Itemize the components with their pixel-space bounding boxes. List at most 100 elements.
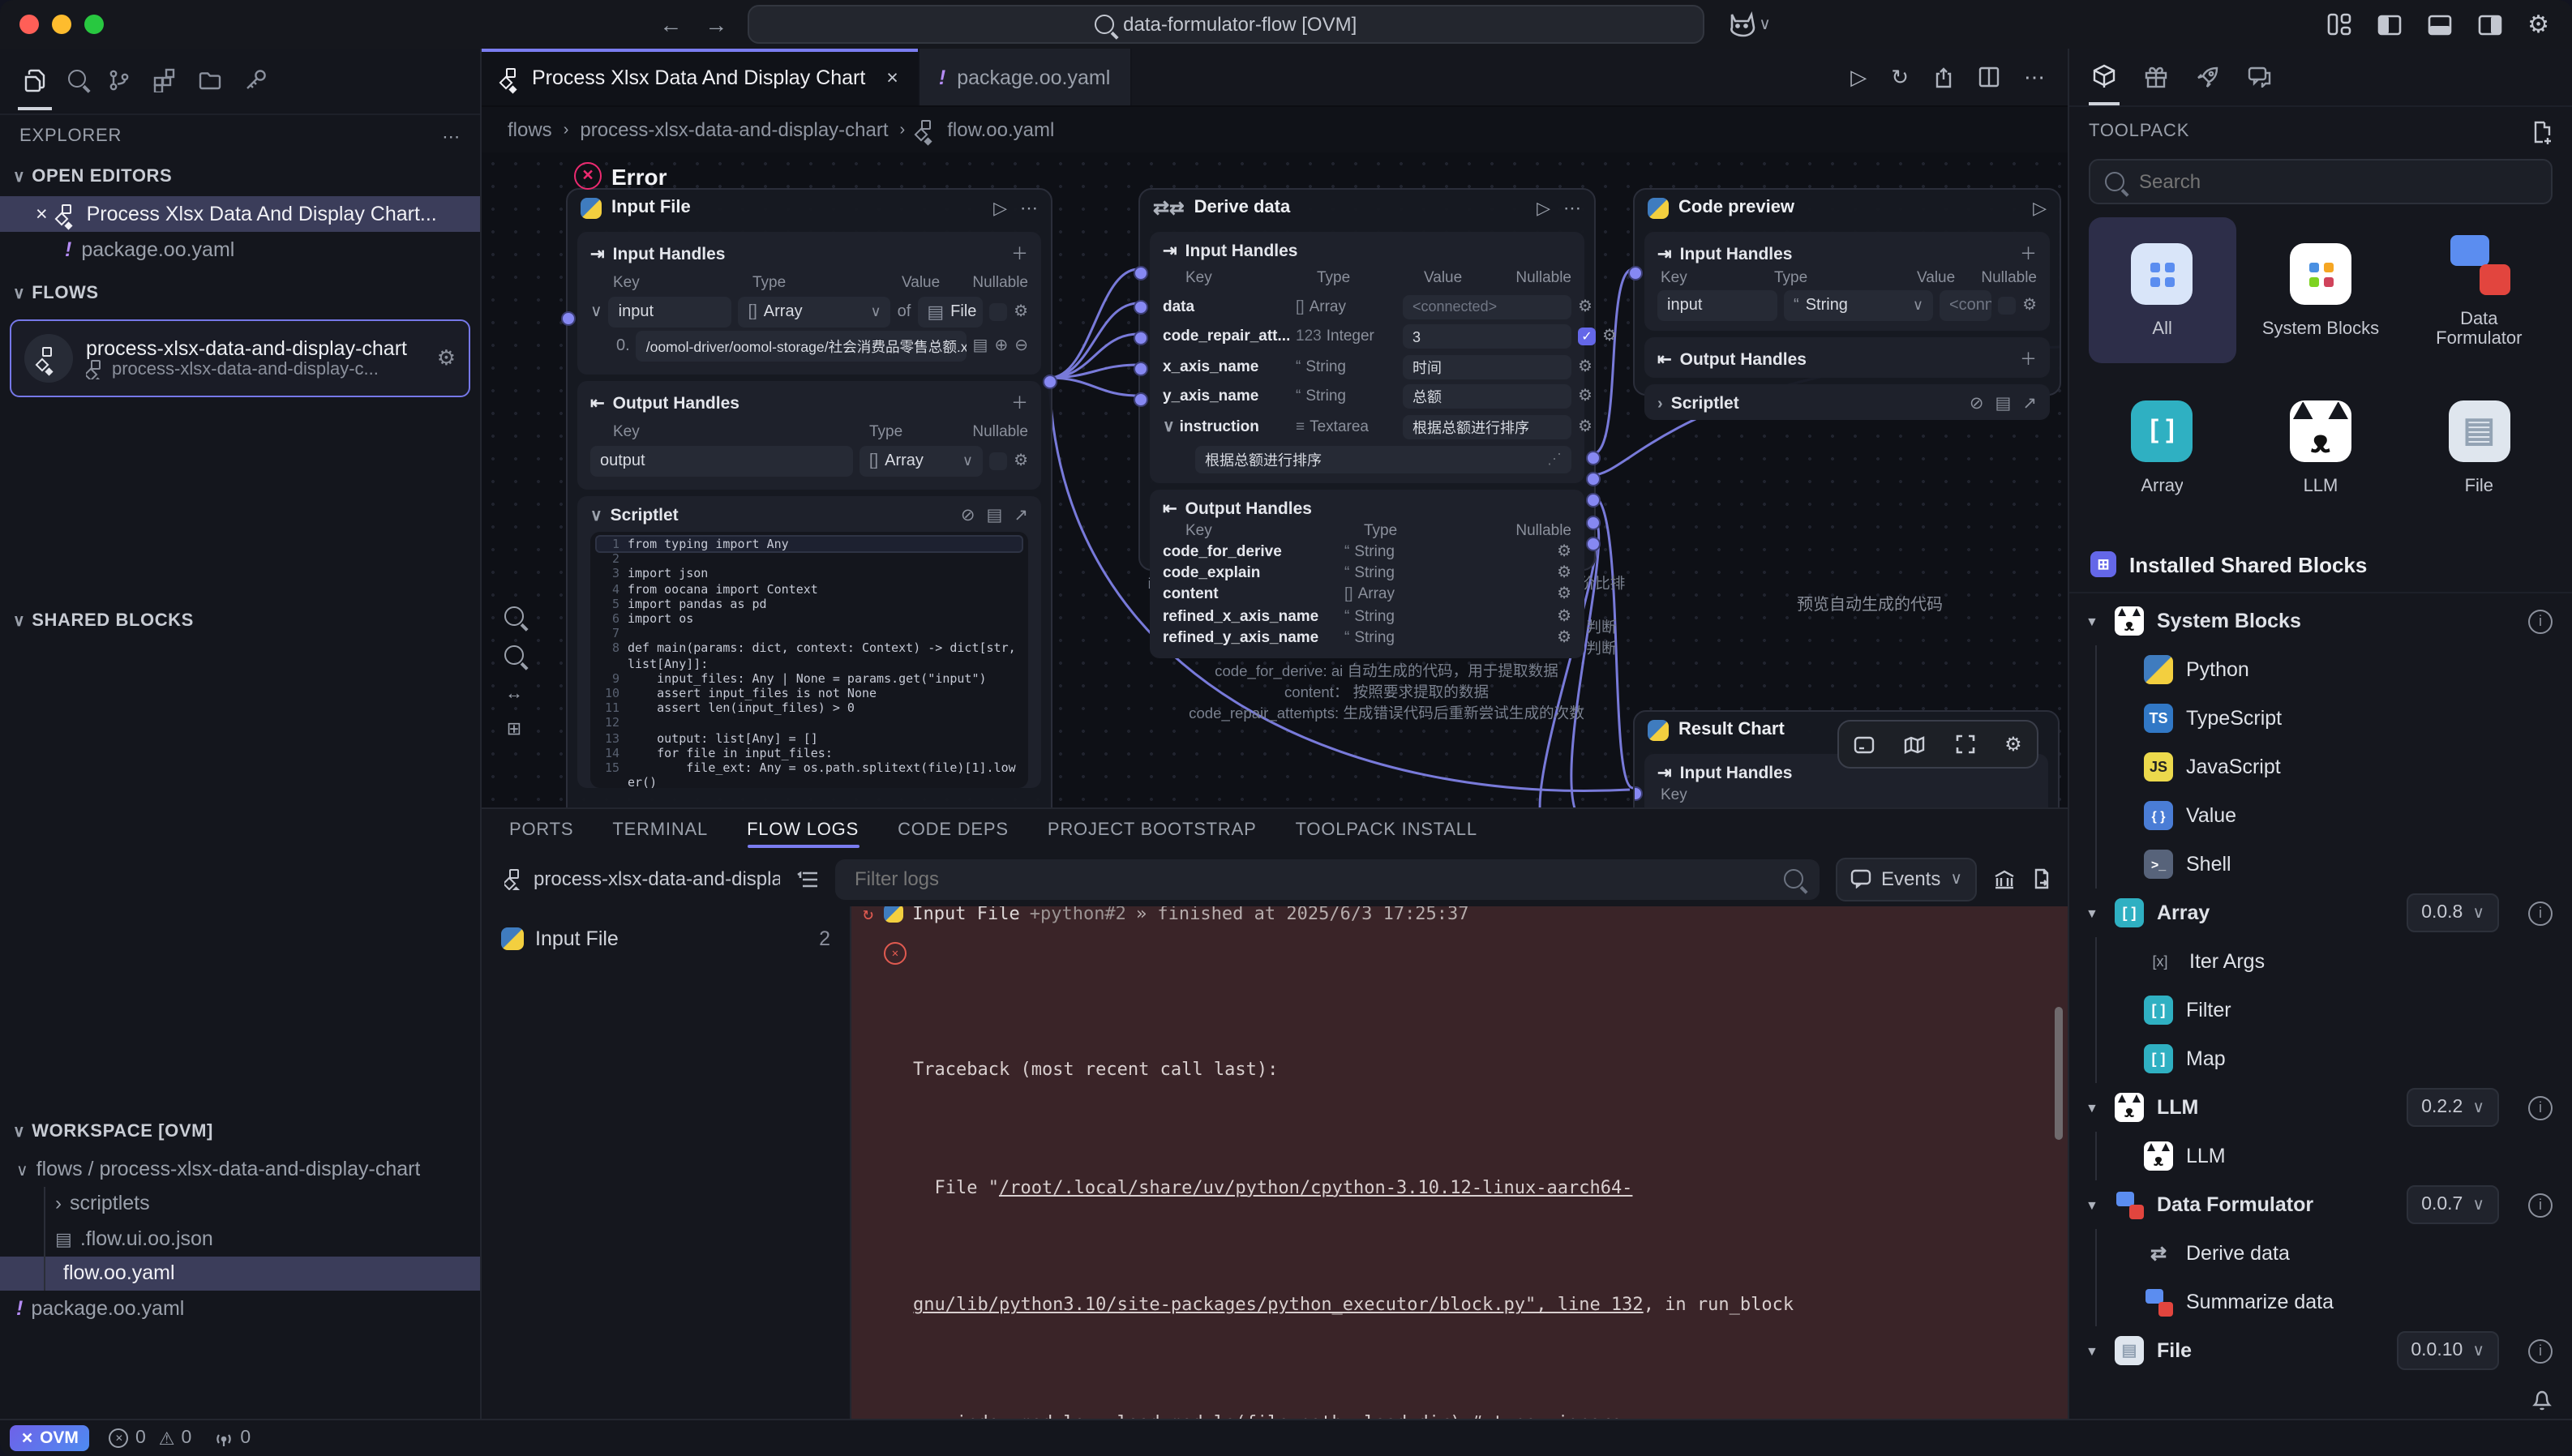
rerun-button[interactable]: ↻ bbox=[1891, 64, 1909, 90]
handle-gear-icon[interactable]: ⚙ bbox=[2022, 297, 2037, 315]
toolpack-cube-icon[interactable] bbox=[2092, 62, 2116, 92]
open-editor-item[interactable]: package.oo.yaml bbox=[0, 232, 480, 268]
block-row[interactable]: ▼ Data Formulator 0.0.7∨ i bbox=[2069, 1180, 2572, 1229]
ports-indicator[interactable]: 0 bbox=[214, 1428, 251, 1448]
collapse-triangle-icon[interactable]: ▼ bbox=[2085, 1100, 2102, 1115]
node-derive-data[interactable]: ⇄ Derive data ▷⋯ ⇥Input Handles KeyTypeV… bbox=[1138, 188, 1596, 571]
collapse-triangle-icon[interactable]: ▼ bbox=[2085, 1197, 2102, 1212]
explorer-more-icon[interactable]: ⋯ bbox=[442, 126, 461, 147]
toolpack-search-input[interactable] bbox=[2136, 169, 2536, 195]
tree-item[interactable]: flow.oo.yaml bbox=[0, 1256, 480, 1291]
info-icon[interactable]: i bbox=[2528, 901, 2553, 925]
handle-gear-icon[interactable]: ⚙ bbox=[1014, 303, 1028, 321]
input-handle-dot[interactable] bbox=[1134, 331, 1148, 345]
flows-section[interactable]: ∨ FLOWS bbox=[0, 274, 480, 313]
handle-gear-icon[interactable]: ⚙ bbox=[1014, 452, 1028, 470]
flow-settings-gear-icon[interactable]: ⚙ bbox=[437, 345, 456, 371]
value-field[interactable]: 3 bbox=[1403, 325, 1571, 349]
node-more-icon[interactable]: ⋯ bbox=[1563, 197, 1581, 218]
flow-canvas[interactable]: ✕ Error Input File ▷⋯ ⇥Input Handles＋ Ke… bbox=[482, 152, 2068, 807]
minimap-grid-icon[interactable]: ⊞ bbox=[507, 718, 521, 739]
block-row[interactable]: ▼ Summarize data ∨ i bbox=[2069, 1278, 2572, 1326]
close-window-button[interactable] bbox=[19, 15, 39, 34]
toolpack-search[interactable] bbox=[2089, 159, 2553, 204]
node-settings-gear-icon[interactable]: ⚙ bbox=[2004, 733, 2022, 756]
workspace-section[interactable]: ∨ WORKSPACE [OVM] bbox=[0, 1112, 480, 1151]
output-handle-dot[interactable] bbox=[1586, 537, 1601, 551]
settings-gear-icon[interactable]: ⚙ bbox=[2527, 10, 2549, 39]
block-row[interactable]: ▼ TypeScript ∨ i bbox=[2069, 694, 2572, 743]
value-field[interactable]: 时间 bbox=[1403, 355, 1571, 379]
info-icon[interactable]: i bbox=[2528, 1095, 2553, 1120]
open-external-icon[interactable]: ↗ bbox=[2022, 394, 2037, 413]
minimize-window-button[interactable] bbox=[52, 15, 71, 34]
toolpack-card[interactable]: File bbox=[2406, 375, 2553, 520]
docs-icon[interactable]: ▤ bbox=[1995, 394, 2012, 413]
block-row[interactable]: ▼ Filter ∨ i bbox=[2069, 986, 2572, 1034]
toggle-right-sidebar-icon[interactable] bbox=[2477, 14, 2501, 35]
node-more-icon[interactable]: ⋯ bbox=[1020, 197, 1038, 218]
handle-key-field[interactable]: input bbox=[609, 297, 732, 328]
version-select[interactable]: 0.0.7∨ bbox=[2407, 1185, 2499, 1224]
extensions-icon[interactable] bbox=[152, 66, 177, 96]
item-type-select[interactable]: File∨ bbox=[917, 297, 983, 328]
block-row[interactable]: ▼ Value ∨ i bbox=[2069, 791, 2572, 840]
filter-logs-input[interactable] bbox=[835, 859, 1820, 899]
derive-output-row[interactable]: refined_x_axis_name “String ⚙ bbox=[1163, 606, 1571, 627]
node-code-preview[interactable]: Code preview ▷ ⇥Input Handles＋ KeyTypeVa… bbox=[1633, 188, 2061, 396]
ovm-badge[interactable]: ✕OVM bbox=[10, 1425, 90, 1451]
block-row[interactable]: ▼ Python ∨ i bbox=[2069, 645, 2572, 694]
attach-icon[interactable]: ⊘ bbox=[961, 506, 975, 525]
block-row[interactable]: ▼ LLM ∨ i bbox=[2069, 1132, 2572, 1180]
log-scrollbar[interactable] bbox=[2055, 1007, 2063, 1140]
close-editor-icon[interactable]: × bbox=[36, 203, 48, 225]
input-handle-dot[interactable] bbox=[1134, 392, 1148, 407]
attach-icon[interactable]: ⊘ bbox=[1970, 394, 1984, 413]
version-select[interactable]: 0.2.2∨ bbox=[2407, 1088, 2499, 1127]
flow-card[interactable]: process-xlsx-data-and-display-chart proc… bbox=[10, 319, 470, 397]
run-node-icon[interactable]: ▷ bbox=[2033, 197, 2047, 218]
collapse-triangle-icon[interactable]: ▼ bbox=[2085, 906, 2102, 920]
archive-icon[interactable] bbox=[1993, 868, 2016, 889]
block-row[interactable]: ▼ File 0.0.10∨ i bbox=[2069, 1326, 2572, 1375]
add-item-icon[interactable]: ⊕ bbox=[994, 337, 1008, 355]
panel-tab[interactable]: PORTS bbox=[509, 809, 573, 851]
map-icon[interactable] bbox=[1905, 735, 1926, 753]
output-handle-dot[interactable] bbox=[1586, 493, 1601, 507]
split-editor-icon[interactable] bbox=[1978, 66, 2000, 88]
value-field[interactable]: 总额 bbox=[1403, 385, 1571, 409]
nullable-checkbox[interactable]: ✓ bbox=[1578, 328, 1596, 346]
source-control-icon[interactable] bbox=[107, 66, 131, 96]
filter-input[interactable] bbox=[851, 866, 1784, 892]
gift-icon[interactable] bbox=[2144, 62, 2168, 92]
info-icon[interactable]: i bbox=[2528, 1338, 2553, 1363]
handle-gear-icon[interactable]: ⚙ bbox=[1557, 542, 1571, 560]
docs-icon[interactable]: ▤ bbox=[987, 506, 1003, 525]
history-back-button[interactable]: ← bbox=[659, 11, 682, 37]
expand-icon[interactable]: › bbox=[1657, 395, 1663, 413]
open-editors-section[interactable]: ∨ OPEN EDITORS bbox=[0, 157, 480, 196]
tree-item[interactable]: package.oo.yaml bbox=[0, 1291, 480, 1325]
panel-tab[interactable]: TOOLPACK INSTALL bbox=[1296, 809, 1477, 851]
handle-gear-icon[interactable]: ⚙ bbox=[1578, 418, 1592, 436]
problems-warnings[interactable]: ⚠0 bbox=[159, 1428, 192, 1449]
problems-errors[interactable]: ✕0 bbox=[109, 1428, 146, 1448]
toolpack-card[interactable]: System Blocks bbox=[2247, 217, 2394, 363]
run-node-icon[interactable]: ▷ bbox=[1537, 197, 1550, 218]
explorer-activity-icon[interactable] bbox=[23, 66, 47, 96]
breadcrumb-flows[interactable]: flows bbox=[508, 118, 552, 141]
derive-output-row[interactable]: code_for_derive “String ⚙ bbox=[1163, 541, 1571, 563]
remove-item-icon[interactable]: ⊖ bbox=[1014, 337, 1028, 355]
file-path-field[interactable]: /oomol-driver/oomol-storage/社会消费品零售总额.xl… bbox=[637, 331, 967, 362]
handle-gear-icon[interactable]: ⚙ bbox=[1578, 388, 1592, 406]
shared-blocks-section[interactable]: ∨ SHARED BLOCKS bbox=[0, 602, 480, 640]
toolpack-card[interactable]: LLM bbox=[2247, 375, 2394, 520]
block-row[interactable]: ▼ Derive data ∨ i bbox=[2069, 1229, 2572, 1278]
derive-output-row[interactable]: content []Array ⚙ bbox=[1163, 585, 1571, 606]
notifications-bell-icon[interactable] bbox=[2531, 1385, 2553, 1414]
block-row[interactable]: ▼ Map ∨ i bbox=[2069, 1034, 2572, 1083]
zoom-in-icon[interactable] bbox=[504, 606, 524, 631]
tab-flow-editor[interactable]: Process Xlsx Data And Display Chart × bbox=[482, 49, 919, 105]
type-select[interactable]: []Array∨ bbox=[739, 297, 891, 328]
traceback-link[interactable]: gnu/lib/python3.10/site-packages/python_… bbox=[913, 1294, 1644, 1315]
